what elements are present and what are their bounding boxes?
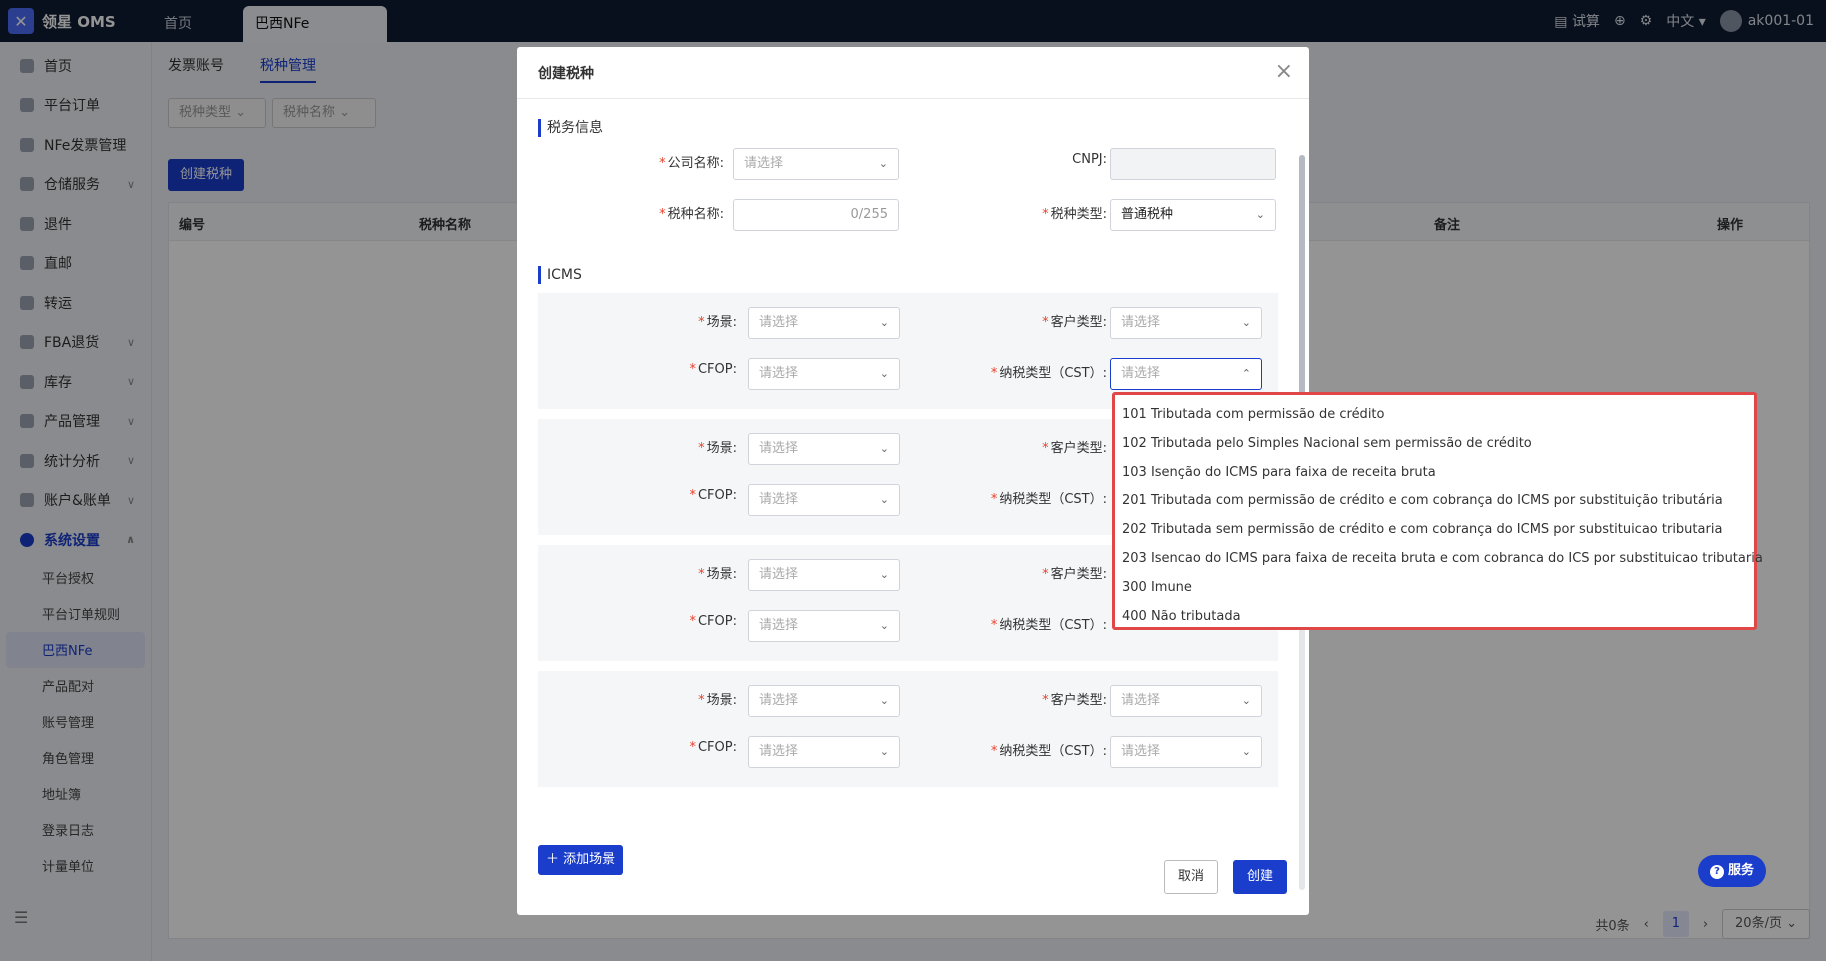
tax-name-input[interactable]: 0/255 — [733, 199, 899, 231]
service-button[interactable]: ? 服务 — [1697, 855, 1766, 887]
company-select[interactable]: 请选择 ⌄ — [733, 148, 899, 180]
create-button[interactable]: 创建 — [1233, 860, 1287, 894]
cst-dropdown: 101 Tributada com permissão de crédito 1… — [1112, 392, 1763, 632]
dropdown-option[interactable]: 203 Isencao do ICMS para faixa de receit… — [1115, 545, 1763, 574]
cnpj-label: CNPJ: — [1072, 152, 1107, 167]
tax-name-label: * 税种名称: — [659, 207, 724, 222]
close-icon[interactable]: × — [1275, 59, 1293, 84]
cst-select[interactable]: 请选择 ⌄ — [1110, 736, 1262, 768]
tax-type-label: * 税种类型: — [1042, 207, 1107, 222]
chevron-down-icon: ⌄ — [879, 316, 889, 329]
cst-label: * 纳税类型（CST）: — [990, 492, 1107, 507]
chevron-down-icon: ⌄ — [879, 442, 889, 455]
cst-label: * 纳税类型（CST）: — [990, 618, 1107, 633]
scene-select[interactable]: 请选择 ⌄ — [748, 307, 900, 339]
modal-title: 创建税种 — [538, 66, 594, 82]
chevron-down-icon: ⌄ — [879, 493, 889, 506]
customer-type-select[interactable]: 请选择 ⌄ — [1110, 685, 1262, 717]
cfop-select[interactable]: 请选择 ⌄ — [748, 358, 900, 390]
cfop-select[interactable]: 请选择 ⌄ — [748, 610, 900, 642]
dropdown-option[interactable]: 103 Isenção do ICMS para faixa de receit… — [1115, 459, 1754, 488]
customer-type-label: * 客户类型: — [1042, 567, 1107, 582]
customer-type-select[interactable]: 请选择 ⌄ — [1110, 307, 1262, 339]
scene-label: * 场景: — [698, 693, 737, 708]
cfop-label: * CFOP: — [689, 614, 737, 629]
cnpj-field — [1110, 148, 1276, 180]
plus-icon: ＋ — [546, 852, 564, 867]
chevron-down-icon: ⌄ — [879, 619, 889, 632]
scene-label: * 场景: — [698, 315, 737, 330]
chevron-down-icon: ⌄ — [1241, 694, 1251, 707]
modal-header: 创建税种 × — [517, 47, 1309, 99]
scene-select[interactable]: 请选择 ⌄ — [748, 433, 900, 465]
scene-label: * 场景: — [698, 441, 737, 456]
chevron-down-icon: ⌄ — [1241, 745, 1251, 758]
dropdown-option[interactable]: 201 Tributada com permissão de crédito e… — [1115, 487, 1754, 516]
scene-select[interactable]: 请选择 ⌄ — [748, 559, 900, 591]
chevron-down-icon: ⌄ — [879, 568, 889, 581]
cst-label: * 纳税类型（CST）: — [990, 366, 1107, 381]
scene-select[interactable]: 请选择 ⌄ — [748, 685, 900, 717]
cfop-select[interactable]: 请选择 ⌄ — [748, 736, 900, 768]
cancel-button[interactable]: 取消 — [1164, 860, 1218, 894]
help-icon: ? — [1709, 865, 1724, 879]
section-icms: ICMS — [538, 266, 582, 284]
customer-type-label: * 客户类型: — [1042, 315, 1107, 330]
dropdown-option[interactable]: 400 Não tributada — [1115, 603, 1754, 632]
chevron-down-icon: ⌄ — [1255, 208, 1265, 221]
chevron-down-icon: ⌄ — [1241, 316, 1251, 329]
customer-type-label: * 客户类型: — [1042, 441, 1107, 456]
chevron-down-icon: ⌄ — [879, 367, 889, 380]
chevron-up-icon: ⌃ — [1241, 367, 1251, 380]
chevron-down-icon: ⌄ — [879, 745, 889, 758]
scrollbar-thumb[interactable] — [1299, 155, 1305, 405]
scene-label: * 场景: — [698, 567, 737, 582]
tax-type-select[interactable]: 普通税种 ⌄ — [1110, 199, 1276, 231]
cfop-label: * CFOP: — [689, 488, 737, 503]
cfop-label: * CFOP: — [689, 362, 737, 377]
dropdown-option[interactable]: 300 Imune — [1115, 574, 1754, 603]
cst-label: * 纳税类型（CST）: — [990, 744, 1107, 759]
chevron-down-icon: ⌄ — [879, 694, 889, 707]
add-scene-button[interactable]: ＋ 添加场景 — [538, 845, 624, 875]
dropdown-option[interactable]: 101 Tributada com permissão de crédito — [1115, 401, 1754, 430]
company-label: * 公司名称: — [659, 156, 724, 171]
cst-select[interactable]: 请选择 ⌃ — [1110, 358, 1262, 390]
section-tax-info: 税务信息 — [538, 119, 603, 137]
cfop-select[interactable]: 请选择 ⌄ — [748, 484, 900, 516]
chevron-down-icon: ⌄ — [878, 157, 888, 170]
cfop-label: * CFOP: — [689, 740, 737, 755]
dropdown-option[interactable]: 102 Tributada pelo Simples Nacional sem … — [1115, 430, 1754, 459]
dropdown-option[interactable]: 202 Tributada sem permissão de crédito e… — [1115, 516, 1754, 545]
customer-type-label: * 客户类型: — [1042, 693, 1107, 708]
